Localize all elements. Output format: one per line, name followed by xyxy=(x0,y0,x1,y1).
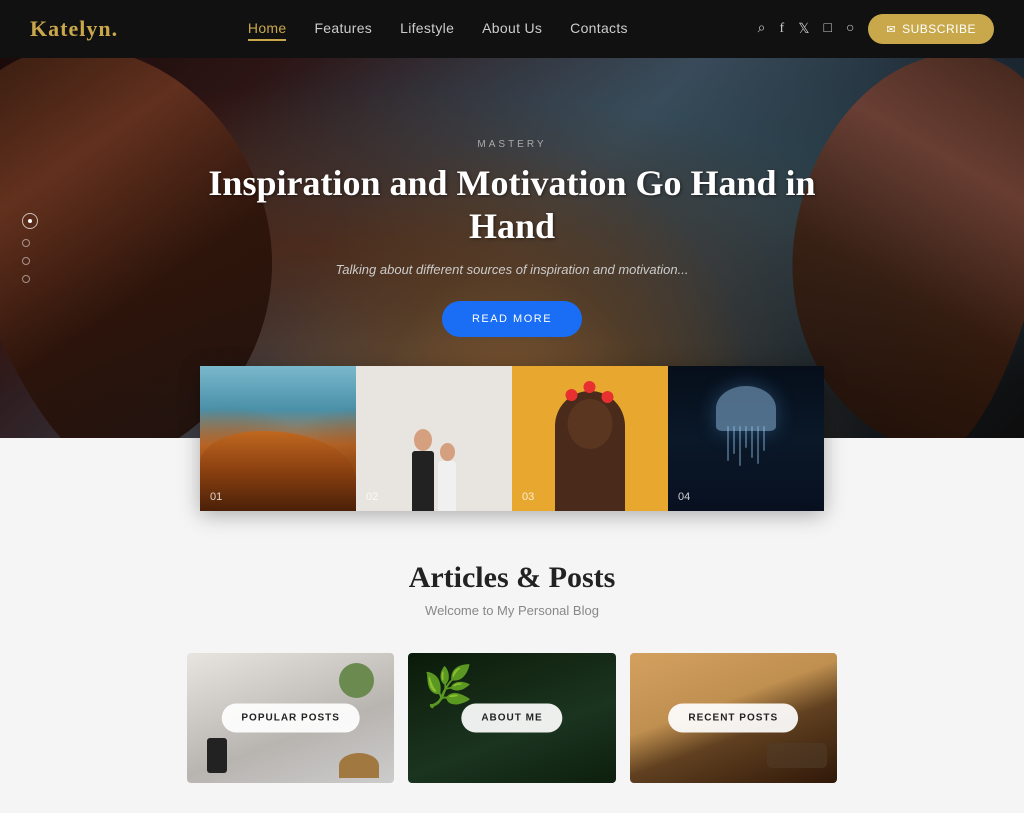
search-icon[interactable]: ⌕ xyxy=(758,21,766,37)
gallery-img-couple xyxy=(356,366,512,511)
nav-about[interactable]: About Us xyxy=(482,20,542,38)
jellyfish-tentacles xyxy=(716,426,776,466)
hero-content: MASTERY Inspiration and Motivation Go Ha… xyxy=(187,139,837,337)
gallery-num-2: 02 xyxy=(366,491,378,503)
figure-1-body xyxy=(412,451,434,511)
nav-features[interactable]: Features xyxy=(314,20,372,38)
gallery-img-person xyxy=(512,366,668,511)
subscribe-button[interactable]: SUBSCRIBE xyxy=(868,14,994,44)
flower-decoration xyxy=(565,389,615,419)
gallery-img-jellyfish xyxy=(668,366,824,511)
slider-dot-1-inner xyxy=(28,219,32,223)
jellyfish-body xyxy=(716,386,776,431)
articles-title: Articles & Posts xyxy=(20,561,1004,595)
flower-1 xyxy=(565,389,577,401)
gallery-item-3[interactable]: 03 xyxy=(512,366,668,511)
articles-grid: POPULAR POSTS 🌿 ABOUT ME RECENT POSTS xyxy=(187,653,837,783)
motorcycle-icon xyxy=(767,743,827,768)
instagram-icon[interactable]: □ xyxy=(823,21,831,37)
navbar: Katelyn. Home Features Lifestyle About U… xyxy=(0,0,1024,58)
about-me-button[interactable]: ABOUT ME xyxy=(461,704,562,733)
tentacle-3 xyxy=(739,426,741,466)
popular-posts-button[interactable]: POPULAR POSTS xyxy=(221,704,360,733)
hero-subtitle: Talking about different sources of inspi… xyxy=(207,262,817,277)
brand-name: Katelyn xyxy=(30,16,112,41)
figure-1 xyxy=(412,429,434,511)
slider-dot-2[interactable] xyxy=(22,239,30,247)
brand-dot: . xyxy=(112,16,119,41)
person-silhouette xyxy=(555,391,625,511)
gallery-num-3: 03 xyxy=(522,491,534,503)
articles-subtitle: Welcome to My Personal Blog xyxy=(20,603,1004,618)
succulent-icon xyxy=(339,663,374,698)
gallery-strip: 01 02 xyxy=(200,366,824,511)
dribbble-icon[interactable]: ○ xyxy=(846,21,854,37)
navbar-right: ⌕ f 𝕏 □ ○ SUBSCRIBE xyxy=(758,14,994,44)
main-nav: Home Features Lifestyle About Us Contact… xyxy=(248,20,628,38)
gallery-num-1: 01 xyxy=(210,491,222,503)
article-card-popular[interactable]: POPULAR POSTS xyxy=(187,653,394,783)
gallery-item-1[interactable]: 01 xyxy=(200,366,356,511)
facebook-icon[interactable]: f xyxy=(780,21,785,37)
tentacle-6 xyxy=(757,426,759,464)
article-card-recent[interactable]: RECENT POSTS xyxy=(630,653,837,783)
phone-icon xyxy=(207,738,227,773)
fern-icon: 🌿 xyxy=(423,663,473,710)
hero-cta-button[interactable]: READ MORE xyxy=(442,301,582,337)
slider-dot-4[interactable] xyxy=(22,275,30,283)
articles-section: Articles & Posts Welcome to My Personal … xyxy=(0,511,1024,813)
flower-2 xyxy=(583,381,595,393)
hero-tag: MASTERY xyxy=(207,139,817,150)
person-head xyxy=(568,399,613,449)
hero-slider-dots xyxy=(22,213,38,283)
article-card-about[interactable]: 🌿 ABOUT ME xyxy=(408,653,615,783)
tentacle-7 xyxy=(763,426,765,451)
gallery-item-4[interactable]: 04 xyxy=(668,366,824,511)
gallery-img-canyon xyxy=(200,366,356,511)
figure-1-head xyxy=(414,429,432,451)
tentacle-4 xyxy=(745,426,747,448)
nav-contacts[interactable]: Contacts xyxy=(570,20,628,38)
tentacle-2 xyxy=(733,426,735,454)
brand-logo[interactable]: Katelyn. xyxy=(30,16,118,42)
nav-home[interactable]: Home xyxy=(248,20,287,38)
figure-2 xyxy=(438,443,456,511)
nav-lifestyle[interactable]: Lifestyle xyxy=(400,20,454,38)
hero-title: Inspiration and Motivation Go Hand in Ha… xyxy=(207,162,817,248)
tentacle-5 xyxy=(751,426,753,458)
figure-2-body xyxy=(438,461,456,511)
figure-2-head xyxy=(440,443,455,461)
hat-icon xyxy=(339,753,379,778)
twitter-icon[interactable]: 𝕏 xyxy=(798,21,809,38)
slider-dot-1[interactable] xyxy=(22,213,38,229)
couple-figure xyxy=(412,429,456,511)
tentacle-1 xyxy=(727,426,729,461)
flower-3 xyxy=(601,391,613,403)
gallery-item-2[interactable]: 02 xyxy=(356,366,512,511)
slider-dot-3[interactable] xyxy=(22,257,30,265)
recent-posts-button[interactable]: RECENT POSTS xyxy=(668,704,798,733)
gallery-num-4: 04 xyxy=(678,491,690,503)
